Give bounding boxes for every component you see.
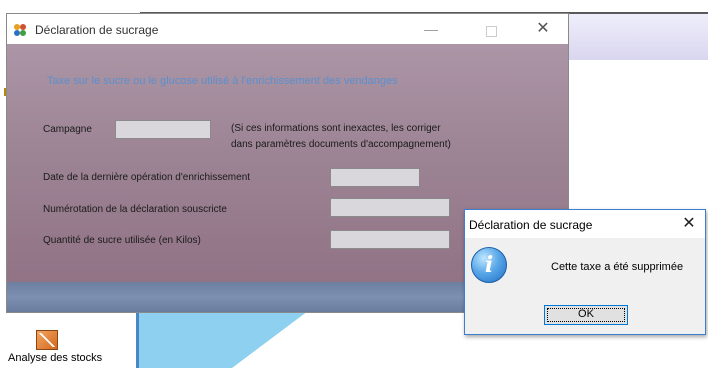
message-dialog: Déclaration de sucrage ✕ i Cette taxe a …: [464, 209, 706, 335]
maximize-button[interactable]: [479, 22, 503, 38]
date-field[interactable]: [330, 168, 420, 187]
minimize-button[interactable]: —: [419, 22, 443, 38]
date-label: Date de la dernière opération d'enrichis…: [43, 172, 251, 183]
numero-field[interactable]: [330, 198, 450, 217]
form-subtitle: Taxe sur le sucre ou le glucose utilisé …: [47, 75, 398, 87]
dialog-title: Déclaration de sucrage: [469, 218, 593, 232]
background-header-panel: [568, 14, 708, 60]
stock-analysis-icon[interactable]: [36, 330, 58, 350]
window-title: Déclaration de sucrage: [35, 23, 159, 37]
dialog-titlebar[interactable]: Déclaration de sucrage ✕: [465, 210, 705, 238]
campagne-field[interactable]: [115, 120, 211, 139]
stock-analysis-label[interactable]: Analyse des stocks: [8, 352, 102, 364]
close-button[interactable]: ✕: [531, 20, 555, 40]
window-titlebar[interactable]: Déclaration de sucrage — ✕: [7, 14, 568, 44]
dialog-message: Cette taxe a été supprimée: [551, 261, 684, 273]
campagne-label: Campagne: [43, 124, 92, 135]
note-line-1: (Si ces informations sont inexactes, les…: [231, 123, 441, 134]
ok-button[interactable]: OK: [544, 305, 628, 325]
quantite-field[interactable]: [330, 230, 450, 249]
app-icon: [14, 24, 26, 36]
information-icon: i: [471, 247, 507, 283]
quantite-label: Quantité de sucre utilisée (en Kilos): [43, 235, 201, 246]
numero-label: Numérotation de la déclaration souscrict…: [43, 204, 227, 215]
dialog-close-button[interactable]: ✕: [677, 215, 701, 235]
note-line-2: dans paramètres documents d'accompagneme…: [231, 139, 451, 150]
